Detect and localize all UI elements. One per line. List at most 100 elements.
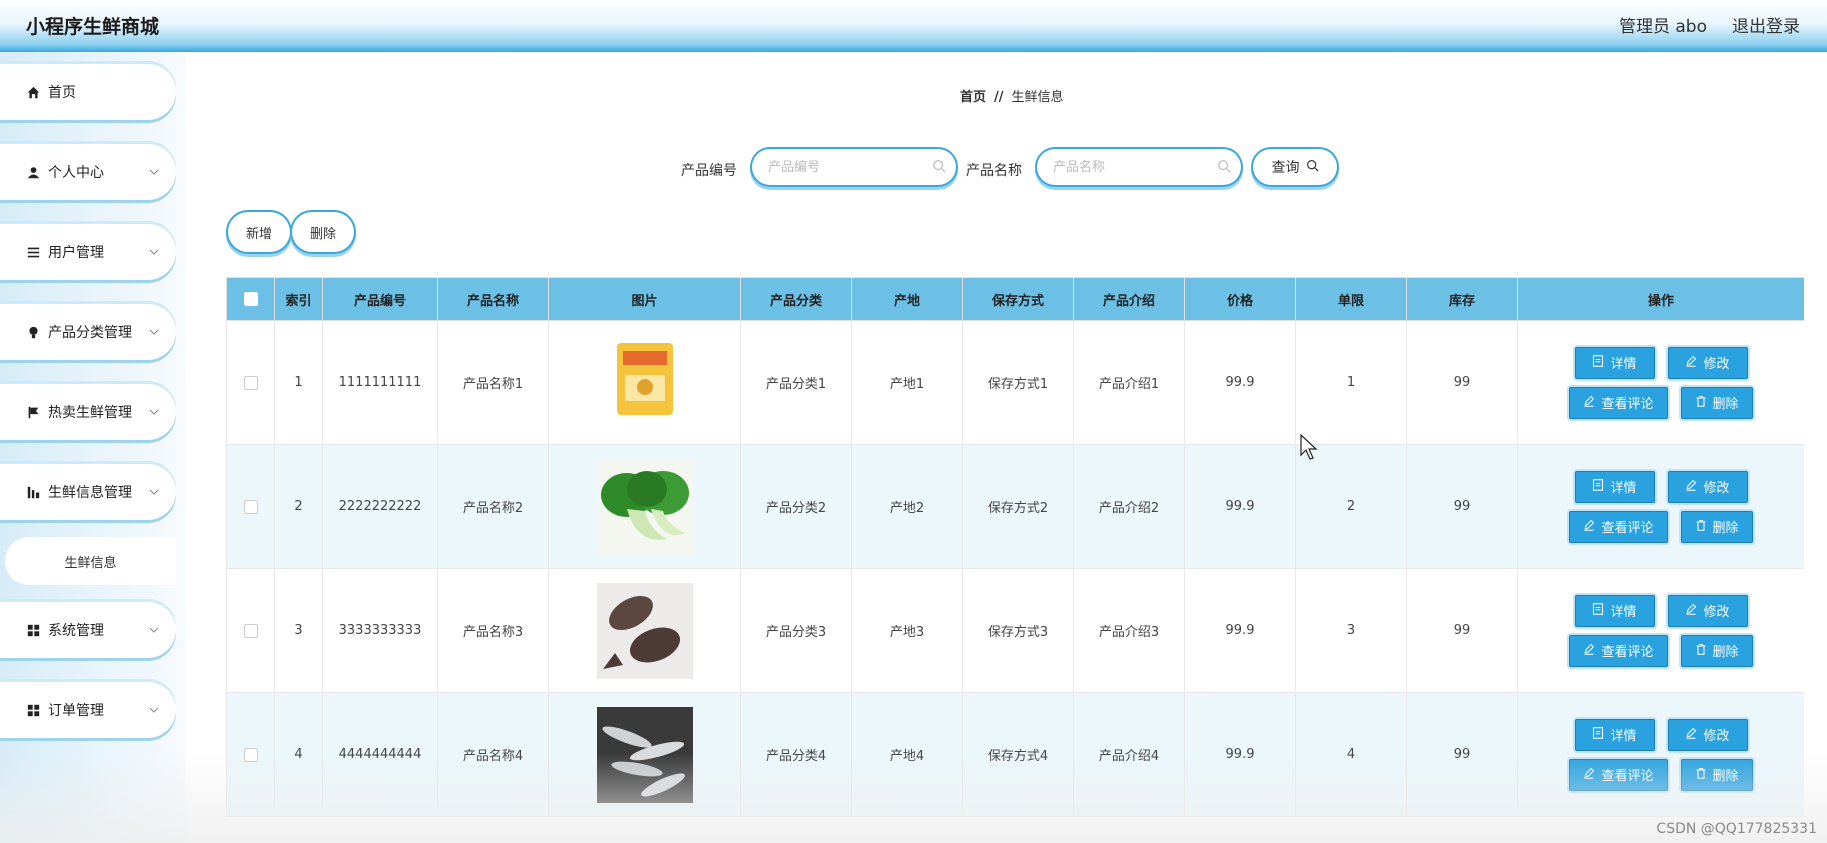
edit-button[interactable]: 修改 (1667, 470, 1748, 503)
trash-icon (1695, 519, 1707, 535)
row-select-cell (226, 444, 275, 569)
query-button[interactable]: 查询 (1253, 149, 1337, 185)
cell-stock: 99 (1406, 568, 1518, 693)
cell-index: 1 (274, 320, 323, 445)
cell-image (548, 320, 741, 445)
edit-icon (1583, 519, 1595, 535)
view-comments-label: 查看评论 (1601, 521, 1654, 536)
main-content: 首页//生鲜信息 产品编号 产品名称 查询 新增 删除 索引 产 (186, 52, 1827, 843)
sidebar-item-label: 首页 (48, 85, 76, 101)
product-name-label: 产品名称 (966, 163, 1022, 179)
edit-icon (1583, 395, 1595, 411)
cell-product-name: 产品名称1 (437, 320, 549, 445)
sidebar-item-label: 用户管理 (48, 245, 104, 261)
sidebar-item-category-management[interactable]: 产品分类管理 (0, 304, 176, 360)
delete-button[interactable]: 删除 (1680, 510, 1753, 543)
edit-button[interactable]: 修改 (1667, 594, 1748, 627)
delete-selected-button[interactable]: 删除 (292, 212, 354, 252)
search-icon (1217, 159, 1231, 177)
row-checkbox[interactable] (243, 499, 258, 514)
logout-link[interactable]: 退出登录 (1732, 12, 1800, 37)
edit-button[interactable]: 修改 (1667, 718, 1748, 751)
trash-icon (1695, 767, 1707, 783)
product-code-search (752, 149, 956, 185)
sidebar-item-home[interactable]: 首页 (0, 64, 176, 120)
column-header: 保存方式 (962, 277, 1074, 321)
sidebar-subitem-fresh-info[interactable]: 生鲜信息 (5, 537, 176, 585)
cell-price: 99.9 (1184, 692, 1296, 817)
row-checkbox[interactable] (243, 747, 258, 762)
delete-label: 删除 (1712, 397, 1739, 412)
sidebar-item-fresh-info-management[interactable]: 生鲜信息管理 (0, 464, 176, 520)
sidebar-item-label: 系统管理 (48, 623, 104, 639)
cell-category: 产品分类4 (740, 692, 852, 817)
grid-icon (26, 623, 40, 637)
edit-button[interactable]: 修改 (1667, 346, 1748, 379)
cell-storage: 保存方式1 (962, 320, 1074, 445)
detail-button[interactable]: 详情 (1574, 594, 1655, 627)
edit-icon (1685, 479, 1697, 495)
product-code-input[interactable] (766, 158, 930, 176)
select-all-checkbox[interactable] (243, 292, 258, 306)
product-image (550, 458, 739, 555)
mouse-cursor-icon (1300, 433, 1318, 464)
cell-category: 产品分类2 (740, 444, 852, 569)
sidebar-item-label: 订单管理 (48, 703, 104, 719)
view-comments-button[interactable]: 查看评论 (1569, 758, 1668, 791)
cell-storage: 保存方式3 (962, 568, 1074, 693)
cell-limit: 1 (1295, 320, 1407, 445)
detail-label: 详情 (1610, 481, 1637, 496)
detail-button[interactable]: 详情 (1574, 718, 1655, 751)
cell-stock: 99 (1406, 320, 1518, 445)
delete-button[interactable]: 删除 (1680, 758, 1753, 791)
cell-product-name: 产品名称2 (437, 444, 549, 569)
detail-button[interactable]: 详情 (1574, 346, 1655, 379)
edit-icon (1583, 643, 1595, 659)
add-button[interactable]: 新增 (228, 212, 290, 252)
sidebar-item-order-management[interactable]: 订单管理 (0, 682, 176, 738)
column-header: 产品名称 (437, 277, 549, 321)
breadcrumb-home[interactable]: 首页 (960, 90, 986, 105)
product-code-label: 产品编号 (681, 163, 737, 179)
detail-label: 详情 (1610, 357, 1637, 372)
delete-button[interactable]: 删除 (1680, 386, 1753, 419)
view-comments-button[interactable]: 查看评论 (1569, 510, 1668, 543)
column-header: 操作 (1517, 277, 1804, 321)
row-checkbox[interactable] (243, 623, 258, 638)
detail-button[interactable]: 详情 (1574, 470, 1655, 503)
sidebar-item-user-management[interactable]: 用户管理 (0, 224, 176, 280)
chevron-down-icon (146, 702, 162, 718)
sidebar-item-system-management[interactable]: 系统管理 (0, 602, 176, 658)
edit-label: 修改 (1703, 605, 1730, 620)
top-bar: 小程序生鲜商城 管理员 abo 退出登录 (0, 0, 1827, 52)
cell-index: 4 (274, 692, 323, 817)
sidebar-item-hot-sale-management[interactable]: 热卖生鲜管理 (0, 384, 176, 440)
cell-index: 3 (274, 568, 323, 693)
column-header: 产品介绍 (1073, 277, 1185, 321)
column-header: 产地 (851, 277, 963, 321)
cell-product-code: 1111111111 (322, 320, 438, 445)
search-icon (932, 159, 946, 177)
cell-price: 99.9 (1184, 568, 1296, 693)
cell-image (548, 692, 741, 817)
view-comments-button[interactable]: 查看评论 (1569, 386, 1668, 419)
row-checkbox[interactable] (243, 375, 258, 390)
delete-button[interactable]: 删除 (1680, 634, 1753, 667)
watermark: CSDN @QQ177825331 (1656, 821, 1817, 837)
sidebar-item-personal-center[interactable]: 个人中心 (0, 144, 176, 200)
column-header: 价格 (1184, 277, 1296, 321)
view-comments-label: 查看评论 (1601, 645, 1654, 660)
cell-price: 99.9 (1184, 444, 1296, 569)
cell-intro: 产品介绍3 (1073, 568, 1185, 693)
view-comments-button[interactable]: 查看评论 (1569, 634, 1668, 667)
cell-intro: 产品介绍2 (1073, 444, 1185, 569)
cell-actions: 详情 修改查看评论 删除 (1517, 568, 1804, 693)
product-name-input[interactable] (1051, 158, 1215, 176)
chevron-down-icon (146, 164, 162, 180)
grid-icon (26, 703, 40, 717)
cell-limit: 4 (1295, 692, 1407, 817)
query-button-label: 查询 (1271, 160, 1300, 176)
chevron-down-icon (146, 404, 162, 420)
sidebar-item-label: 产品分类管理 (48, 325, 132, 341)
trash-icon (1695, 395, 1707, 411)
